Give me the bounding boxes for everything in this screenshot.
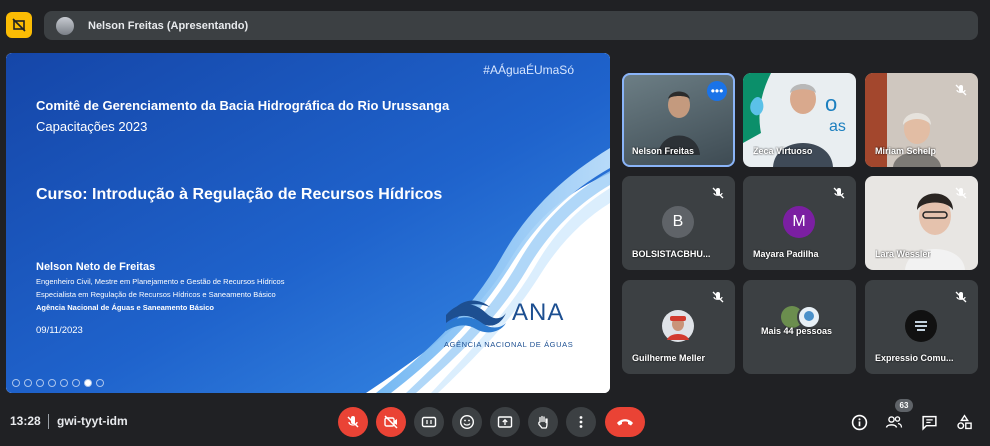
people-button[interactable] xyxy=(884,412,904,432)
participant-count-badge: 63 xyxy=(895,399,913,412)
participant-avatar: M xyxy=(783,206,815,238)
meet-window: Nelson Freitas (Apresentando) #AÁguaÉUma… xyxy=(0,0,990,446)
slide-date: 09/11/2023 xyxy=(36,325,83,336)
ana-logo-text: ANA xyxy=(512,299,565,326)
participant-avatar xyxy=(662,310,694,342)
captions-icon xyxy=(421,416,437,428)
presenter-avatar xyxy=(56,16,74,35)
slide-toolbar[interactable] xyxy=(12,379,104,387)
activities-button[interactable] xyxy=(954,412,974,432)
mic-off-icon xyxy=(712,187,724,199)
participant-tile[interactable]: ••• Nelson Freitas xyxy=(622,73,735,167)
participant-tile[interactable]: Guilherme Meller xyxy=(622,280,735,374)
participant-tile[interactable]: Miriam Schelp xyxy=(865,73,978,167)
participant-tile[interactable]: M Mayara Padilha xyxy=(743,176,856,270)
slide-presenter-line: Especialista em Regulação de Recursos Hí… xyxy=(36,290,276,299)
mic-off-icon xyxy=(955,187,967,199)
participant-avatar: B xyxy=(662,206,694,238)
mic-off-icon xyxy=(712,291,724,303)
slide-tool-icon[interactable] xyxy=(48,379,56,387)
participant-avatar xyxy=(905,310,937,342)
clock: 13:28 xyxy=(10,414,41,428)
presenting-label: Nelson Freitas (Apresentando) xyxy=(88,19,249,32)
ana-logo-subtitle: AGÊNCIA NACIONAL DE ÁGUAS xyxy=(444,340,574,349)
more-options-button[interactable] xyxy=(566,407,596,437)
meeting-details-button[interactable] xyxy=(849,412,869,432)
slide-subtitle: Capacitações 2023 xyxy=(36,119,148,134)
participant-name: Lara Wessler xyxy=(875,249,931,259)
info-icon xyxy=(851,414,867,430)
microphone-button[interactable] xyxy=(338,407,368,437)
participant-name: Zeca Virtuoso xyxy=(753,146,813,156)
more-participants-label: Mais 44 pessoas xyxy=(761,326,833,336)
participant-name: Nelson Freitas xyxy=(632,146,695,156)
slide-tool-icon[interactable] xyxy=(96,379,104,387)
more-options-icon[interactable]: ••• xyxy=(707,81,727,101)
emoji-icon xyxy=(459,414,475,430)
meeting-code: gwi-tyyt-idm xyxy=(57,414,128,428)
slide-course-title: Curso: Introdução à Regulação de Recurso… xyxy=(36,186,443,203)
participant-name: BOLSISTACBHU... xyxy=(632,249,711,259)
camera-off-icon xyxy=(384,415,398,429)
participant-name: Guilherme Meller xyxy=(632,353,706,363)
slide-hashtag: #AÁguaÉUmaSó xyxy=(483,63,574,77)
chat-button[interactable] xyxy=(919,412,939,432)
hand-icon xyxy=(538,415,548,429)
raise-hand-button[interactable] xyxy=(528,407,558,437)
activities-icon xyxy=(956,413,972,429)
slide-tool-icon[interactable] xyxy=(12,379,20,387)
slide-tool-icon[interactable] xyxy=(24,379,32,387)
present-screen-icon xyxy=(497,416,513,428)
participant-tile[interactable]: Expressio Comu... xyxy=(865,280,978,374)
participant-tile[interactable]: o as Zeca Virtuoso xyxy=(743,73,856,167)
slide-presenter-line: Agência Nacional de Águas e Saneamento B… xyxy=(36,303,214,312)
participant-video xyxy=(658,91,700,155)
reactions-button[interactable] xyxy=(452,407,482,437)
participant-tile[interactable]: B BOLSISTACBHU... xyxy=(622,176,735,270)
slide-presenter-line: Engenheiro Civil, Mestre em Planejamento… xyxy=(36,277,285,286)
leave-call-button[interactable] xyxy=(605,407,645,437)
slide-committee: Comitê de Gerenciamento da Bacia Hidrogr… xyxy=(36,98,450,113)
participant-name: Mayara Padilha xyxy=(753,249,819,259)
slide-tool-icon[interactable] xyxy=(36,379,44,387)
mic-off-icon xyxy=(347,416,359,428)
participant-tile[interactable]: Lara Wessler xyxy=(865,176,978,270)
presentation-slide: #AÁguaÉUmaSó Comitê de Gerenciamento da … xyxy=(6,53,610,393)
host-controls-icon[interactable] xyxy=(6,12,32,38)
mic-off-icon xyxy=(833,187,845,199)
ana-wave-logo-icon xyxy=(446,300,506,333)
captions-button[interactable] xyxy=(414,407,444,437)
participant-name: Miriam Schelp xyxy=(875,146,937,156)
chat-icon xyxy=(921,415,937,431)
more-vert-icon xyxy=(579,416,583,428)
svg-text:o: o xyxy=(825,91,837,116)
svg-text:as: as xyxy=(829,118,846,135)
slide-presenter-name: Nelson Neto de Freitas xyxy=(36,261,156,273)
slide-tool-icon[interactable] xyxy=(60,379,68,387)
slide-tool-icon[interactable] xyxy=(84,379,92,387)
people-icon xyxy=(885,416,903,428)
mic-off-icon xyxy=(955,291,967,303)
participant-name: Expressio Comu... xyxy=(875,353,954,363)
divider xyxy=(48,414,49,429)
camera-button[interactable] xyxy=(376,407,406,437)
present-screen-button[interactable] xyxy=(490,407,520,437)
participant-overflow-tile[interactable]: Mais 44 pessoas xyxy=(743,280,856,374)
slide-tool-icon[interactable] xyxy=(72,379,80,387)
presenting-banner[interactable]: Nelson Freitas (Apresentando) xyxy=(44,11,978,40)
hang-up-icon xyxy=(617,419,633,426)
mic-off-icon xyxy=(955,84,967,96)
